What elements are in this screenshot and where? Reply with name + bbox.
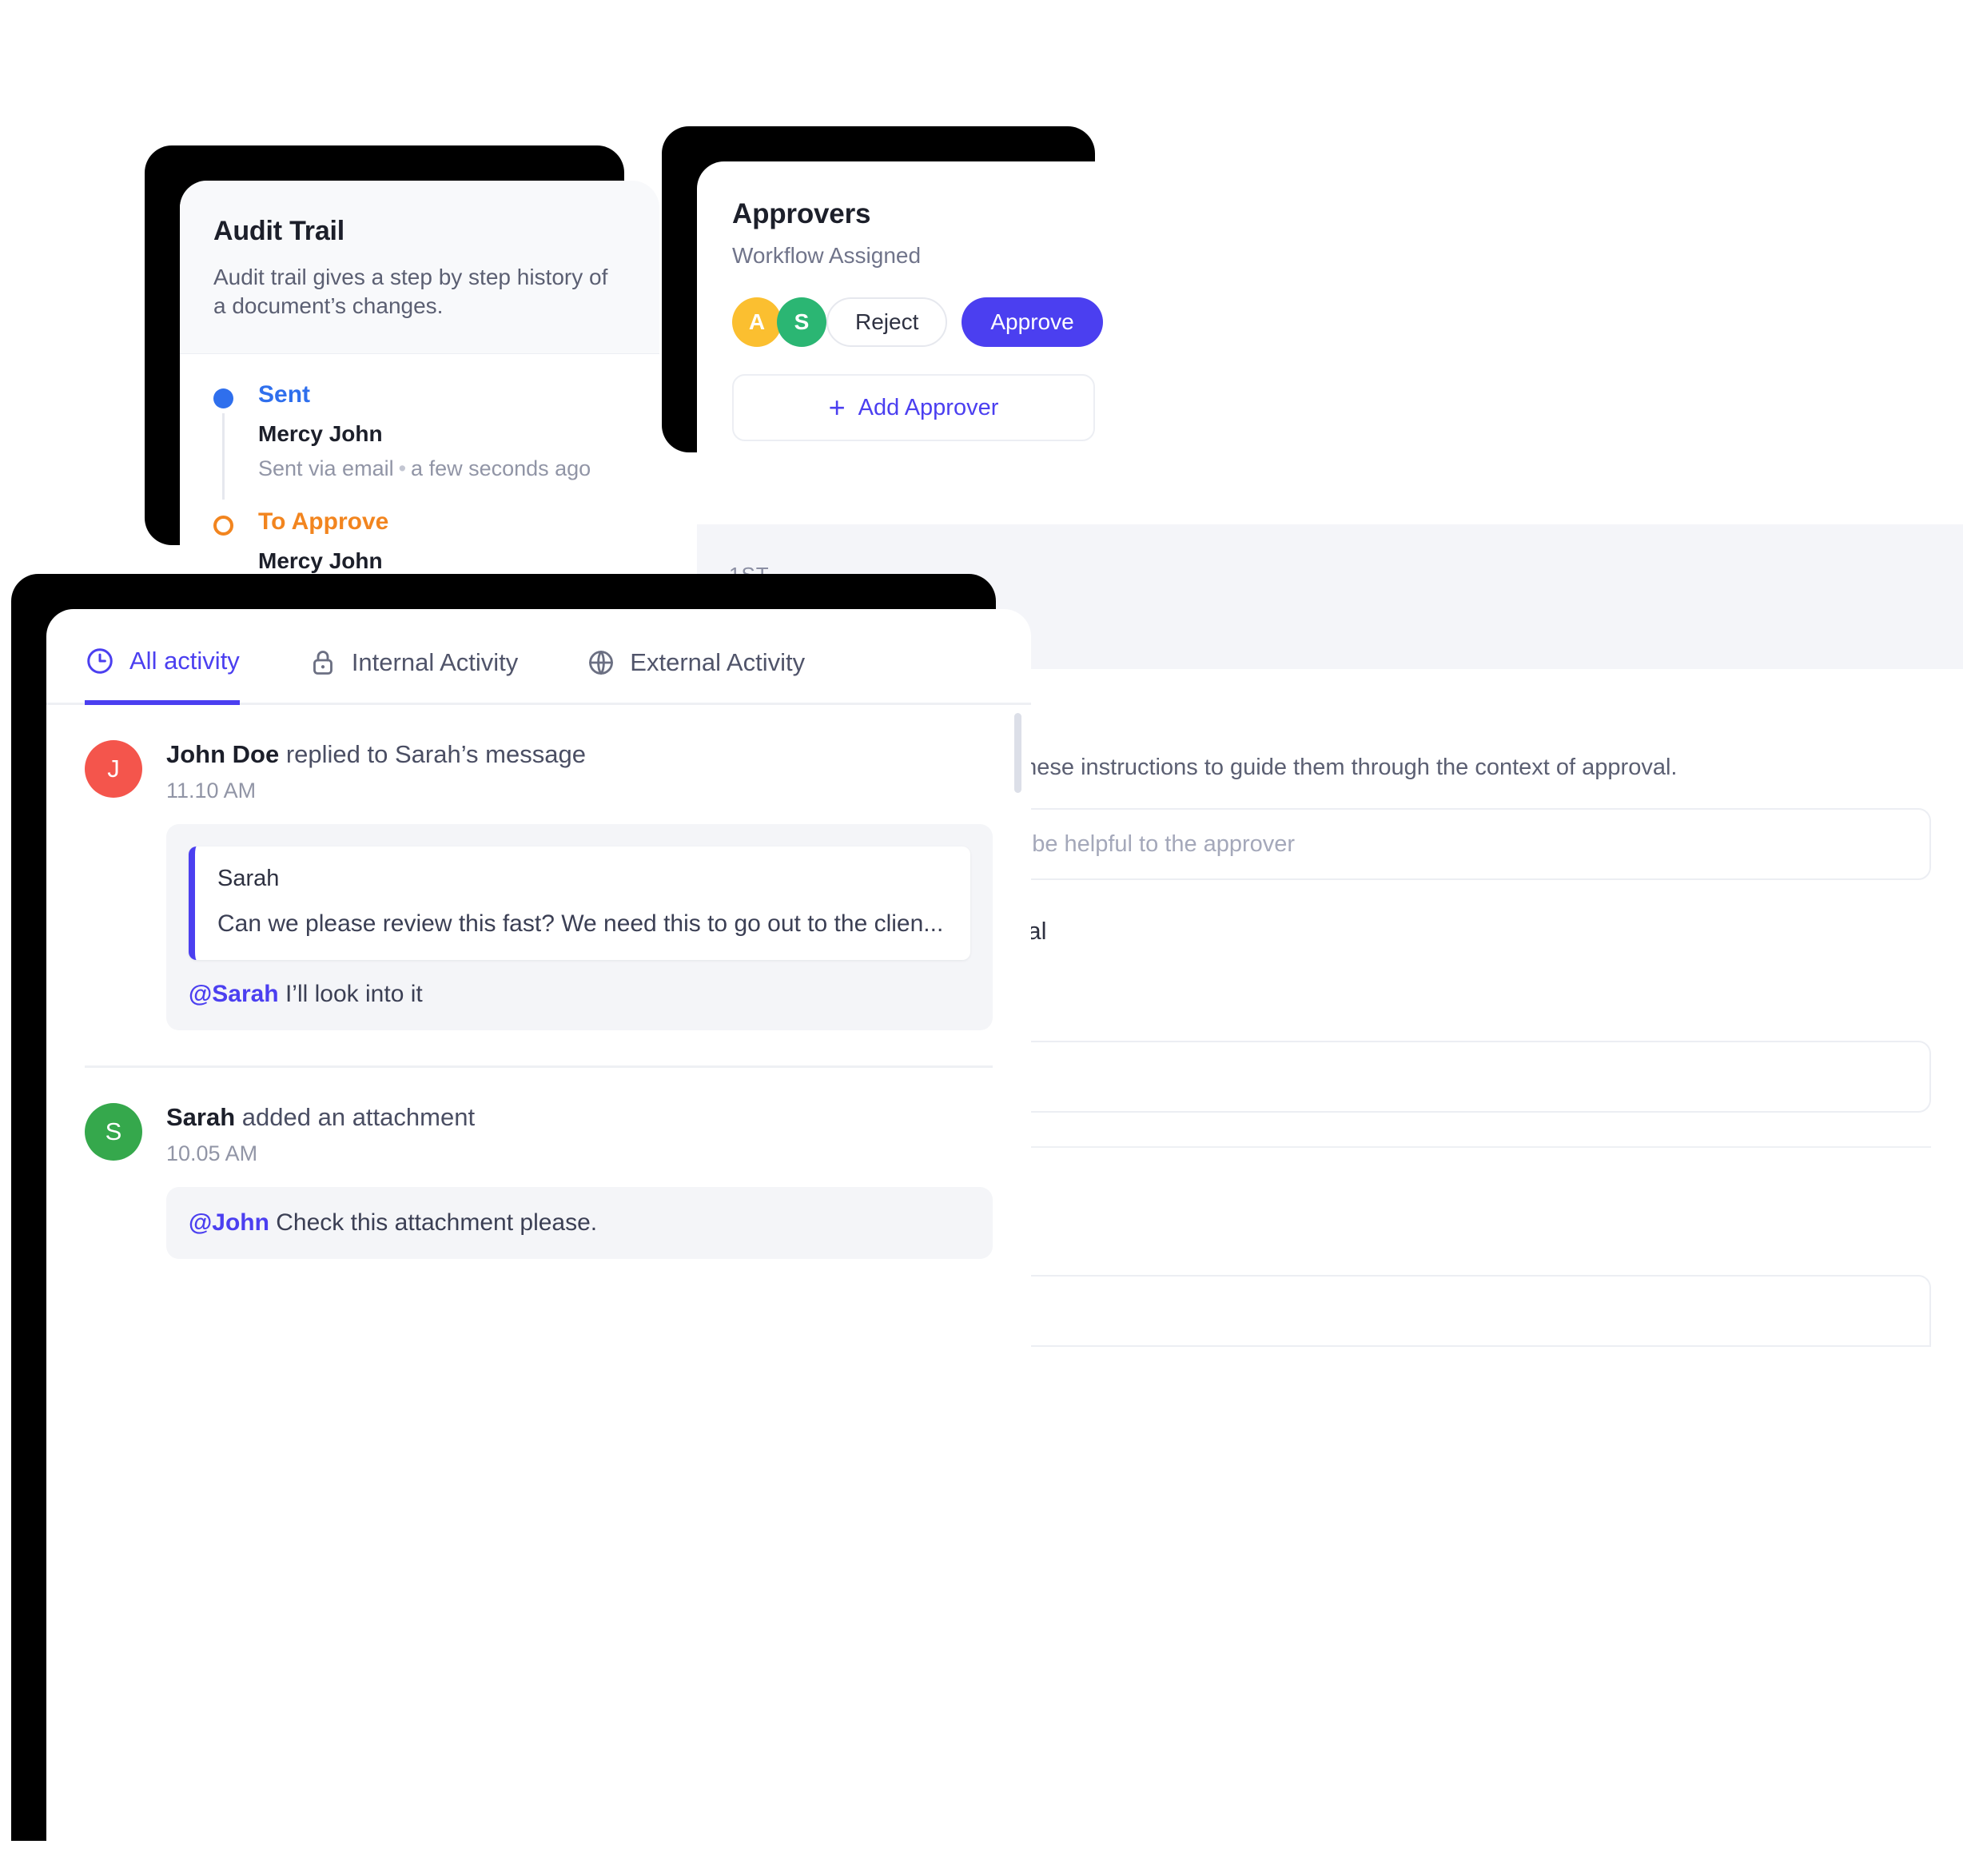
activity-message-bubble: Sarah Can we please review this fast? We… [166,824,993,1030]
reply-text-row: @John Check this attachment please. [189,1209,970,1237]
activity-message-bubble: @John Check this attachment please. [166,1186,993,1259]
timeline-separator: • [398,456,407,480]
avatar[interactable]: A [732,297,782,347]
quoted-author: Sarah [217,866,280,891]
avatar[interactable]: S [777,297,826,347]
tab-internal-activity[interactable]: Internal Activity [309,609,518,703]
mention-link[interactable]: @Sarah [189,981,279,1007]
reply-text-row: @Sarah I’ll look into it [189,981,970,1008]
approver-order-kicker: 1ST [729,563,770,587]
tab-label: Internal Activity [351,647,519,676]
audit-trail-header: Audit Trail Audit trail gives a step by … [180,181,659,354]
audit-trail-title: Audit Trail [213,216,345,246]
audit-trail-description: Audit trail gives a step by step history… [213,265,608,319]
timeline-connector [222,412,225,500]
approvers-card: Approvers Workflow Assigned A S Reject A… [697,161,1130,488]
timeline-time: a few seconds ago [411,456,591,480]
activity-timestamp: 10.05 AM [166,1141,258,1165]
activity-entry-title: John Doe replied to Sarah’s message [166,740,993,769]
approvers-subtitle: Workflow Assigned [732,243,922,268]
mention-link[interactable]: @John [189,1209,269,1236]
list-item: S Sarah added an attachment 10.05 AM @Jo… [85,1068,993,1259]
quoted-text: Can we please review this fast? We need … [217,910,944,937]
reject-button[interactable]: Reject [826,297,948,347]
activity-actor: Sarah [166,1102,236,1131]
lock-icon [309,648,337,677]
timeline-status: To Approve [258,508,389,535]
activity-tabs: All activity Internal Activity External … [46,609,1031,705]
plus-icon: + [828,391,846,424]
screenshot-stage: Audit Trail Audit trail gives a step by … [0,0,1963,1876]
tab-label: External Activity [630,647,806,676]
reply-text: Check this attachment please. [269,1209,598,1236]
activity-feed: J John Doe replied to Sarah’s message 11… [46,705,1031,1259]
timeline-meta: Sent via email • a few seconds ago [258,456,626,481]
activity-entry-content: John Doe replied to Sarah’s message 11.1… [166,740,993,1030]
timeline-person: Mercy John [258,548,383,573]
filled-dot-icon [213,388,233,408]
avatar: J [85,740,142,798]
activity-scrollbar[interactable] [1014,713,1021,793]
audit-trail-card: Audit Trail Audit trail gives a step by … [180,181,659,580]
globe-icon [587,648,615,677]
activity-card: All activity Internal Activity External … [46,609,1031,1876]
tab-all-activity[interactable]: All activity [85,609,240,705]
activity-action: added an attachment [235,1102,476,1131]
activity-action: replied to Sarah’s message [279,740,586,768]
tab-label: All activity [129,647,240,675]
audit-trail-timeline: Sent Mercy John Sent via email • a few sec… [180,354,659,580]
tab-external-activity[interactable]: External Activity [587,609,805,703]
add-approver-button[interactable]: + Add Approver [732,374,1095,441]
clock-icon [85,646,115,676]
approvers-title: Approvers [732,198,871,229]
activity-actor: John Doe [166,740,280,768]
approvers-action-row: A S Reject Approve [732,297,1103,347]
list-item: J John Doe replied to Sarah’s message 11… [85,705,993,1030]
add-approver-label: Add Approver [858,394,999,420]
timeline-item: To Approve Mercy John Sent via email•a f… [213,508,626,580]
activity-entry-content: Sarah added an attachment 10.05 AM @John… [166,1103,993,1259]
reply-text: I’ll look into it [278,980,423,1007]
activity-entry-title: Sarah added an attachment [166,1103,993,1132]
activity-timestamp: 11.10 AM [166,779,257,803]
approval-buttons: Reject Approve [826,297,1103,347]
timeline-person: Mercy John [258,420,383,446]
approvers-content: Approvers Workflow Assigned A S Reject A… [697,161,1130,347]
approver-avatar-group: A S [732,297,826,347]
avatar: S [85,1102,142,1161]
hollow-dot-icon [213,515,233,536]
timeline-item: Sent Mercy John Sent via email • a few sec… [213,380,626,500]
approve-button[interactable]: Approve [962,297,1103,347]
quoted-message: Sarah Can we please review this fast? We… [189,846,970,960]
timeline-status: Sent [258,380,311,408]
timeline-method: Sent via email [258,456,394,480]
